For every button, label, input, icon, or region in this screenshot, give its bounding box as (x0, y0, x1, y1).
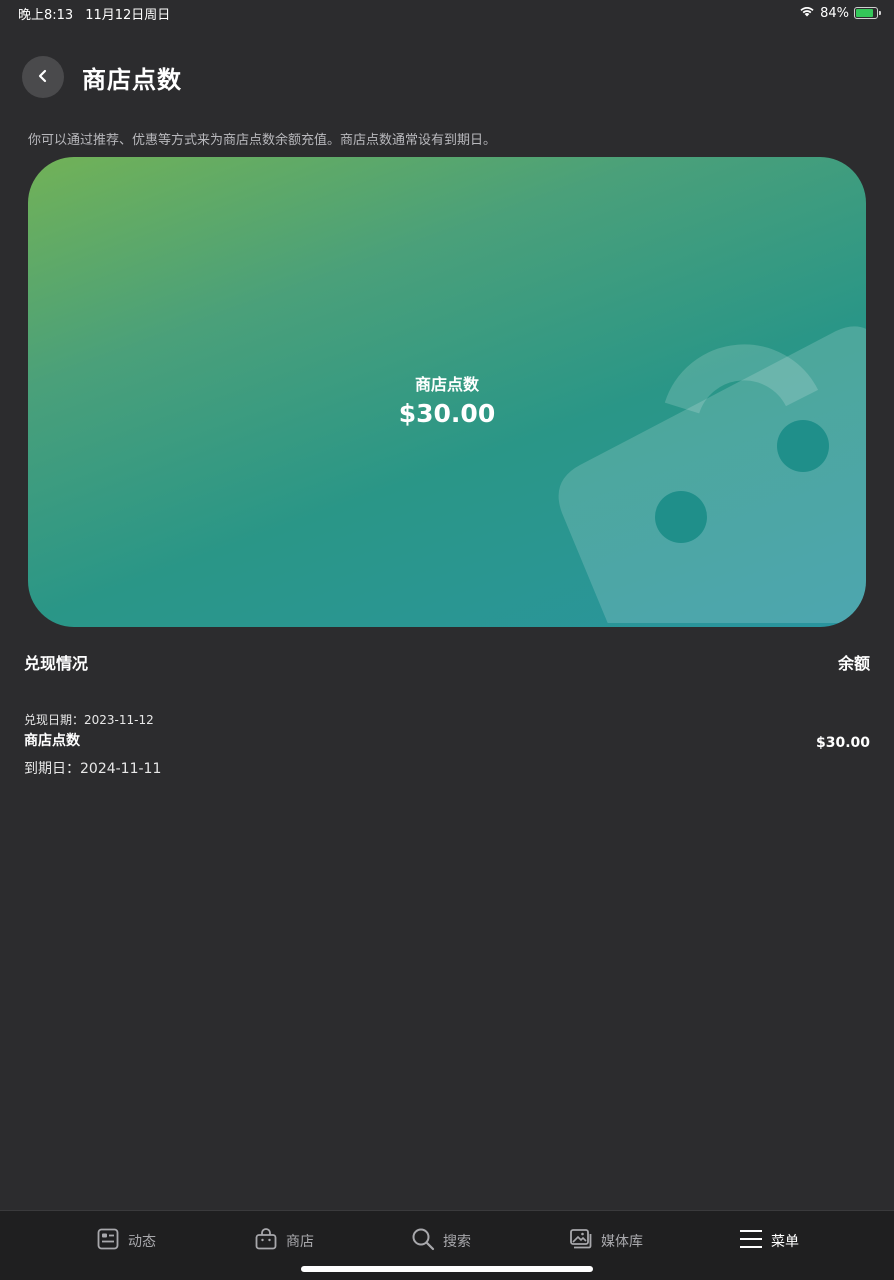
header: 商店点数 (22, 56, 182, 98)
shopping-bag-lock-icon (556, 313, 866, 627)
chevron-left-icon (36, 68, 50, 87)
tab-label: 菜单 (771, 1234, 799, 1250)
wifi-icon (799, 5, 815, 21)
media-library-icon (569, 1227, 593, 1255)
shopping-bag-icon (254, 1227, 278, 1255)
record-amount: $30.00 (815, 735, 870, 751)
tab-label: 动态 (128, 1234, 156, 1250)
back-button[interactable] (22, 56, 64, 98)
status-time: 晚上8:13 (18, 7, 74, 23)
tab-label: 媒体库 (601, 1234, 643, 1250)
tab-label: 搜索 (443, 1234, 471, 1250)
battery-fill (856, 9, 873, 17)
tab-media-library[interactable]: 媒体库 (569, 1227, 643, 1255)
redemption-record: 兑现日期：2023-11-12 商店点数 到期日：2024-11-11 $30.… (24, 711, 870, 778)
card-amount: $30.00 (398, 399, 496, 428)
battery-icon (854, 7, 881, 19)
record-redeem-date: 兑现日期：2023-11-12 (24, 713, 154, 727)
home-indicator[interactable] (301, 1266, 593, 1272)
tab-news-feed[interactable]: 动态 (96, 1227, 156, 1255)
news-feed-icon (96, 1227, 120, 1255)
tab-label: 商店 (286, 1234, 314, 1250)
card-label: 商店点数 (414, 375, 479, 394)
status-date: 11月12日周日 (85, 7, 171, 23)
record-name: 商店点数 (24, 733, 80, 749)
battery-percent: 84% (820, 5, 849, 21)
tab-search[interactable]: 搜索 (411, 1227, 471, 1255)
record-expiry-date: 到期日：2024-11-11 (24, 761, 162, 777)
status-bar: 晚上8:13 11月12日周日 84% (0, 0, 894, 26)
card-content: 商店点数 $30.00 (28, 371, 866, 428)
page-title: 商店点数 (82, 65, 182, 94)
page-description: 你可以通过推荐、优惠等方式来为商店点数余额充值。商店点数通常设有到期日。 (28, 133, 497, 148)
store-credit-card: 商店点数 $30.00 (28, 157, 866, 627)
status-left: 晚上8:13 11月12日周日 (18, 4, 170, 23)
menu-icon (739, 1227, 763, 1255)
tab-menu[interactable]: 菜单 (739, 1227, 799, 1255)
balance-header: 余额 (837, 654, 870, 673)
tab-store[interactable]: 商店 (254, 1227, 314, 1255)
section-title: 兑现情况 (24, 654, 89, 673)
redemption-section-header: 兑现情况 余额 (24, 650, 870, 674)
status-right: 84% (799, 5, 881, 21)
search-icon (411, 1227, 435, 1255)
